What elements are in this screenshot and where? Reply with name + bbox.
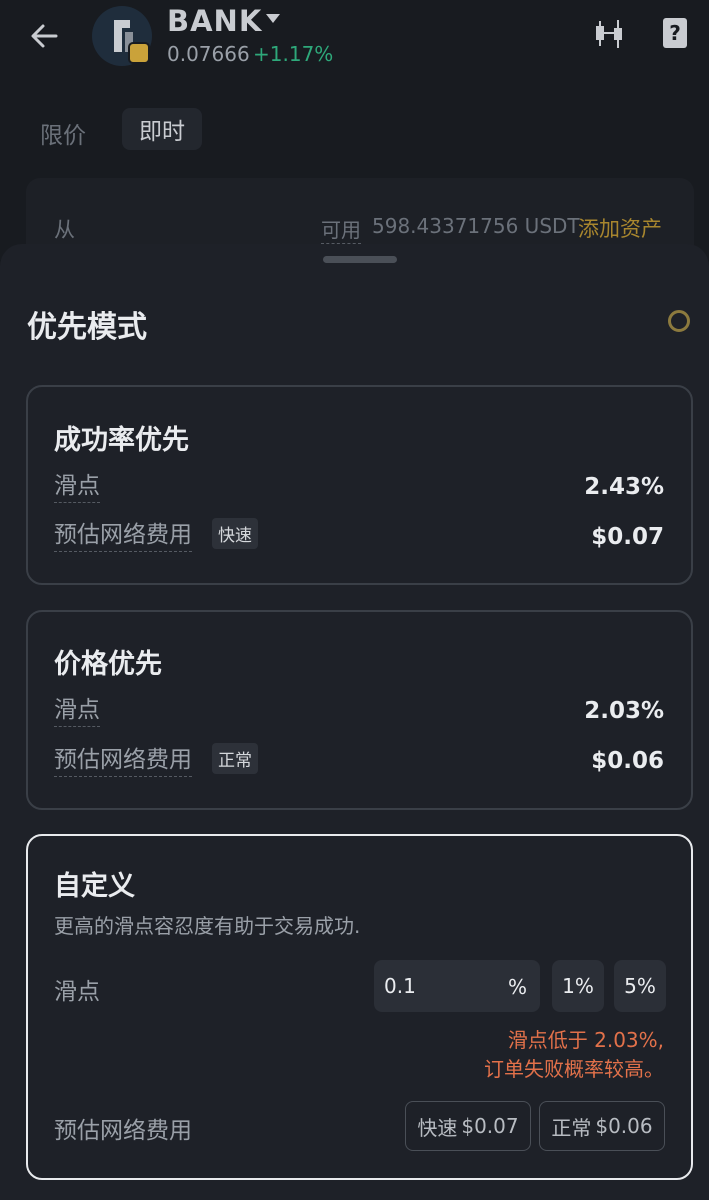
custom-fee-label: 预估网络费用 (54, 1118, 192, 1144)
add-asset-link[interactable]: 添加资产 (578, 213, 662, 243)
available-label: 可用 (321, 214, 361, 244)
success-fee-tag: 快速 (212, 518, 258, 549)
back-arrow-icon[interactable] (26, 18, 62, 54)
caret-down-icon[interactable] (266, 14, 280, 23)
price-fee-tag: 正常 (212, 743, 258, 774)
price-fee-label: 预估网络费用 (54, 740, 192, 777)
loading-ring-icon (668, 310, 690, 332)
fee-fast-label: 快速 (417, 1115, 458, 1140)
success-slippage-value: 2.43% (584, 474, 664, 500)
fee-normal-value: $0.06 (595, 1114, 653, 1138)
success-fee-label: 预估网络费用 (54, 515, 192, 552)
success-priority-title: 成功率优先 (54, 425, 189, 456)
success-slippage-label: 滑点 (54, 466, 100, 503)
price-priority-title: 价格优先 (54, 649, 162, 680)
available-balance: 598.43371756 USDT (372, 214, 580, 238)
slippage-input[interactable] (384, 960, 494, 1012)
sheet-drag-handle[interactable] (323, 256, 397, 263)
success-fee-value: $0.07 (591, 524, 664, 550)
fee-normal-button[interactable]: 正常 $0.06 (539, 1101, 665, 1151)
fee-normal-label: 正常 (551, 1115, 592, 1140)
fee-fast-value: $0.07 (461, 1114, 519, 1138)
price-slippage-label: 滑点 (54, 690, 100, 727)
chain-badge-icon (128, 42, 150, 64)
slippage-warning-line2: 订单失败概率较高。 (484, 1057, 664, 1081)
slippage-warning-line1: 滑点低于 2.03%, (507, 1028, 664, 1052)
help-icon[interactable]: ? (660, 16, 690, 50)
token-price: 0.07666 (167, 42, 250, 66)
token-change: +1.17% (253, 42, 334, 66)
token-name[interactable]: BANK (167, 4, 262, 38)
slippage-percent-unit: % (508, 975, 528, 999)
tab-limit[interactable]: 限价 (40, 116, 86, 150)
custom-description: 更高的滑点容忍度有助于交易成功. (54, 914, 361, 938)
tab-instant[interactable]: 即时 (122, 108, 202, 150)
sheet-title: 优先模式 (27, 310, 147, 345)
fee-fast-button[interactable]: 快速 $0.07 (405, 1101, 531, 1151)
price-slippage-value: 2.03% (584, 698, 664, 724)
slippage-preset-5-button[interactable]: 5% (614, 960, 666, 1012)
custom-slippage-label: 滑点 (54, 979, 100, 1005)
slippage-preset-1-button[interactable]: 1% (552, 960, 604, 1012)
custom-title: 自定义 (54, 871, 135, 902)
candlestick-chart-icon[interactable] (592, 18, 628, 50)
price-fee-value: $0.06 (591, 748, 664, 774)
from-label: 从 (54, 218, 75, 242)
svg-text:?: ? (669, 21, 681, 45)
